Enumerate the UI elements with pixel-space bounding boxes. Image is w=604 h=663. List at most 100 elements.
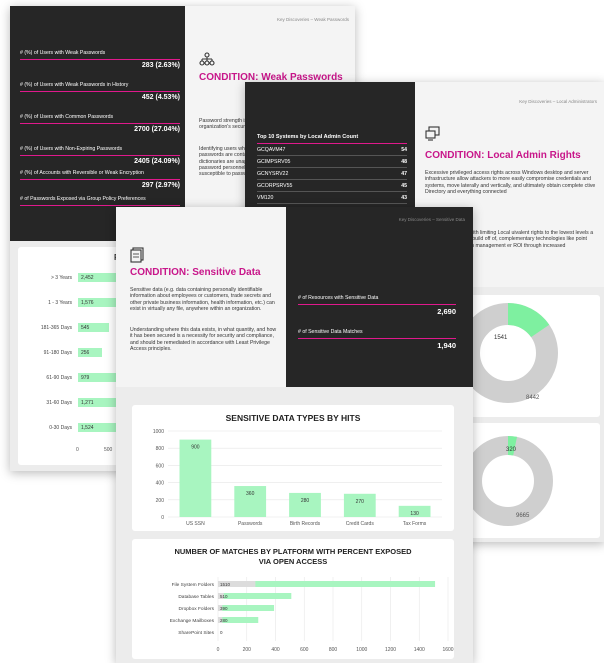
report-page-sensitive-data: CONDITION: Sensitive Data Sensitive data… xyxy=(116,207,473,663)
table-row: GCORPSRV55 45 xyxy=(257,180,407,192)
stat-label: # (%) of Users with Common Passwords xyxy=(20,114,114,120)
x-tick-label: Credit Cards xyxy=(346,521,375,527)
platform-bar-svg: 0 200 400 600 800 1000 1200 1400 1600 File System… xyxy=(170,577,454,653)
data-label: 510 xyxy=(220,594,228,599)
stat-label: # (%) of Users with Non-Expiring Passwor… xyxy=(20,146,123,152)
donut-value-small: 320 xyxy=(506,447,517,453)
tick-label: 500 xyxy=(104,447,113,453)
data-label: 2,452 xyxy=(81,275,94,281)
y-tick-label: 800 xyxy=(156,446,165,452)
data-label: 1510 xyxy=(220,582,231,587)
y-tick-label: 0 xyxy=(161,515,164,521)
stat-gpp-exposed: # of Passwords Exposed via Group Policy … xyxy=(20,196,180,206)
section-header: Key Discoveries – Local Administrators xyxy=(519,99,597,104)
stat-common-passwords: # (%) of Users with Common Passwords 270… xyxy=(20,114,180,133)
data-label: 545 xyxy=(81,325,90,331)
category-label: 0-30 Days xyxy=(49,425,72,431)
data-label: 979 xyxy=(81,375,90,381)
bar xyxy=(179,439,212,517)
system-name: GCIMPSRV05 xyxy=(257,159,291,165)
stat-non-expiring: # (%) of Users with Non-Expiring Passwor… xyxy=(20,146,180,165)
paragraph: Excessive privileged access rights acros… xyxy=(425,170,596,195)
sensitive-types-bar-svg: 0 200 400 600 800 1000 900 US SSN 360 Passwords 28… xyxy=(153,429,442,527)
computer-icon xyxy=(425,126,440,141)
network-icon xyxy=(199,52,215,66)
stat-weak-passwords: # (%) of Users with Weak Passwords 283 (… xyxy=(20,50,180,69)
stat-value: 2700 (27.04%) xyxy=(134,126,180,133)
system-name: GCQAVM47 xyxy=(257,147,286,153)
system-name: VM120 xyxy=(257,195,274,201)
table-row: VM120 43 xyxy=(257,192,407,204)
data-label: 270 xyxy=(356,499,365,505)
condition-title: CONDITION: Sensitive Data xyxy=(130,267,261,278)
sensitive-data-stats-panel: Key Discoveries – Sensitive Data # of Re… xyxy=(286,207,473,387)
data-label: 900 xyxy=(191,445,200,451)
data-label: 0 xyxy=(220,630,223,635)
admin-count: 43 xyxy=(401,195,407,201)
x-tick-label: 1400 xyxy=(414,647,425,653)
stat-reversible-encryption: # (%) of Accounts with Reversible or Wea… xyxy=(20,170,180,189)
y-tick-label: 200 xyxy=(156,498,165,504)
sensitive-data-chart-area: SENSITIVE DATA TYPES BY HITS 0 200 400 600 8… xyxy=(116,387,473,663)
y-tick-label: SharePoint Sites xyxy=(178,630,214,636)
x-tick-label: Tax Forms xyxy=(403,521,427,527)
stat-value: 283 (2.63%) xyxy=(141,62,180,69)
tick-label: 0 xyxy=(76,447,79,453)
y-tick-label: Dropbox Folders xyxy=(179,606,215,612)
category-label: 181-365 Days xyxy=(40,325,72,331)
category-label: > 3 Years xyxy=(51,275,72,281)
top-systems-table: Top 10 Systems by Local Admin Count GCQA… xyxy=(257,134,407,204)
stat-resources: # of Resources with Sensitive Data 2,690 xyxy=(298,295,456,316)
stat-value: 2405 (24.09%) xyxy=(134,158,180,165)
category-label: 91-180 Days xyxy=(43,350,72,356)
bar xyxy=(289,492,321,517)
stat-label: # of Resources with Sensitive Data xyxy=(298,295,379,301)
data-label: 360 xyxy=(246,491,255,497)
stat-label: # (%) of Users with Weak Passwords xyxy=(20,50,106,56)
donut-segment-large xyxy=(463,436,553,526)
stat-matches: # of Sensitive Data Matches 1,940 xyxy=(298,329,456,350)
admin-count: 45 xyxy=(401,183,407,189)
weak-password-stats-panel: # (%) of Users with Weak Passwords 283 (… xyxy=(10,6,185,241)
table-title: Top 10 Systems by Local Admin Count xyxy=(257,134,407,144)
x-tick-label: 1600 xyxy=(442,647,453,653)
table-row: GCQAVM47 54 xyxy=(257,144,407,156)
bar xyxy=(343,493,376,517)
y-tick-label: 400 xyxy=(156,481,165,487)
section-header: Key Discoveries – Weak Passwords xyxy=(277,17,349,22)
system-name: GCORPSRV55 xyxy=(257,183,293,189)
condition-title: CONDITION: Local Admin Rights xyxy=(425,150,581,161)
document-icon xyxy=(130,247,144,263)
x-tick-label: 800 xyxy=(329,647,338,653)
admin-count: 47 xyxy=(401,171,407,177)
x-tick-label: 400 xyxy=(271,647,280,653)
y-tick-label: 1000 xyxy=(153,429,164,435)
data-label: 1,271 xyxy=(81,400,94,406)
admin-count: 54 xyxy=(401,147,407,153)
section-header: Key Discoveries – Sensitive Data xyxy=(398,217,465,222)
x-tick-label: US SSN xyxy=(186,521,205,527)
x-tick-label: 0 xyxy=(217,647,220,653)
stat-label: # of Sensitive Data Matches xyxy=(298,329,363,335)
data-label: 280 xyxy=(301,498,310,504)
stat-weak-passwords-history: # (%) of Users with Weak Passwords in Hi… xyxy=(20,82,180,101)
y-tick-label: 600 xyxy=(156,463,165,469)
category-label: 31-60 Days xyxy=(46,400,72,406)
table-row: GCNYSRV22 47 xyxy=(257,168,407,180)
data-label: 1,576 xyxy=(81,300,94,306)
data-label: 130 xyxy=(410,511,419,517)
data-label: 390 xyxy=(220,606,228,611)
stat-value: 452 (4.53%) xyxy=(141,94,180,101)
stat-value: 297 (2.97%) xyxy=(141,182,180,189)
x-tick-label: Passwords xyxy=(238,521,263,527)
x-tick-label: 200 xyxy=(243,647,252,653)
stat-label: # of Passwords Exposed via Group Policy … xyxy=(20,196,146,202)
donut-value-small: 1541 xyxy=(494,335,508,341)
bar xyxy=(218,593,292,599)
x-tick-label: 1200 xyxy=(385,647,396,653)
category-label: 1 - 3 Years xyxy=(48,300,72,306)
stat-value: 1,940 xyxy=(437,341,456,350)
data-label: 256 xyxy=(81,350,90,356)
y-tick-label: Database Tables xyxy=(178,594,214,600)
system-name: GCNYSRV22 xyxy=(257,171,289,177)
